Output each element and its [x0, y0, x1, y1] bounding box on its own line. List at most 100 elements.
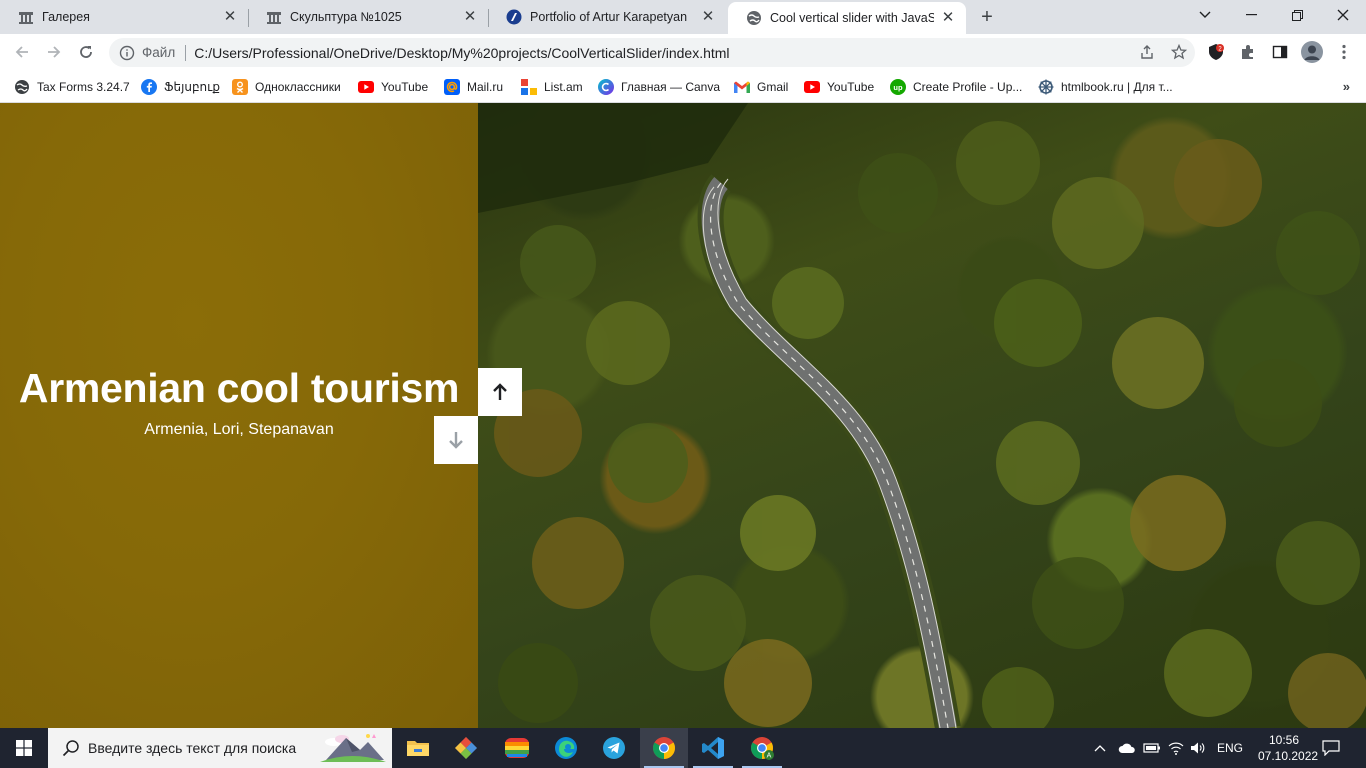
share-icon[interactable] [1139, 44, 1155, 60]
speaker-icon [1191, 742, 1205, 754]
search-highlight-illustration-icon [320, 734, 386, 762]
minimize-icon [1245, 14, 1257, 16]
bookmark-label: Одноклассники [255, 80, 341, 94]
tab-sculpture[interactable]: Скульптура №1025 ✕ [248, 0, 488, 34]
bookmarks-bar: Tax Forms 3.24.7 Ֆեյսբուք Одноклассники … [0, 71, 1366, 103]
close-icon [1337, 9, 1349, 21]
folder-icon [407, 741, 429, 756]
url-text[interactable]: C:/Users/Professional/OneDrive/Desktop/M… [194, 45, 729, 61]
arrow-up-icon [493, 383, 507, 400]
restore-icon [1291, 9, 1303, 21]
language-indicator[interactable]: ENG [1216, 728, 1244, 768]
slide-down-button[interactable] [434, 416, 478, 464]
side-panel-button[interactable] [1270, 42, 1290, 62]
tab-portfolio[interactable]: Portfolio of Artur Karapetyan ✕ [488, 0, 726, 34]
bookmark-label: Главная — Canva [621, 80, 721, 94]
bookmark-label: Tax Forms 3.24.7 [37, 80, 130, 94]
svg-text:up: up [893, 83, 903, 92]
profile-avatar[interactable] [1301, 41, 1323, 63]
telegram-icon [603, 737, 625, 759]
bookmark-youtube[interactable]: YouTube [358, 76, 428, 98]
info-icon[interactable] [119, 45, 135, 61]
tab-cool-vertical-slider[interactable]: Cool vertical slider with JavaScrip ✕ [728, 2, 966, 34]
slide-title: Armenian cool tourism [18, 365, 460, 411]
menu-button[interactable] [1334, 42, 1354, 62]
windows-taskbar: Введите здесь текст для поиска A ENG 10:… [0, 728, 1366, 768]
scheme-label: Файл [142, 45, 176, 60]
bookmark-label: htmlbook.ru | Для т... [1061, 80, 1173, 94]
taskbar-search[interactable]: Введите здесь текст для поиска [48, 728, 392, 768]
bookmark-tax-forms[interactable]: Tax Forms 3.24.7 [14, 76, 130, 98]
omnibox-divider [185, 44, 187, 61]
search-placeholder: Введите здесь текст для поиска [88, 740, 297, 756]
address-bar[interactable]: Файл C:/Users/Professional/OneDrive/Desk… [109, 38, 1195, 67]
onedrive-tray[interactable] [1118, 728, 1136, 768]
close-icon[interactable]: ✕ [222, 9, 238, 25]
extensions-button[interactable] [1238, 42, 1258, 62]
bookmark-label: Gmail [757, 80, 789, 94]
start-button[interactable] [0, 728, 48, 768]
tab-gallery[interactable]: Галерея ✕ [0, 0, 248, 34]
close-window-button[interactable] [1320, 0, 1366, 30]
bookmark-odnoklassniki[interactable]: Одноклассники [232, 76, 341, 98]
close-icon[interactable]: ✕ [462, 9, 478, 25]
bookmark-facebook[interactable]: Ֆեյսբուք [141, 76, 220, 98]
shield-extension-icon: 2 [1209, 44, 1224, 60]
forest-road-photo [478, 103, 1366, 728]
network-tray[interactable] [1168, 728, 1186, 768]
restore-button[interactable] [1274, 0, 1320, 30]
star-icon[interactable] [1171, 44, 1187, 60]
slide-caption: Armenian cool tourism Armenia, Lori, Ste… [0, 363, 478, 439]
canva-icon [598, 79, 614, 95]
extension-button[interactable]: 2 [1206, 42, 1226, 62]
youtube-icon [804, 79, 820, 95]
bookmark-htmlbook[interactable]: htmlbook.ru | Для т... [1038, 76, 1173, 98]
slide-up-button[interactable] [478, 368, 522, 416]
tab-title: Cool vertical slider with JavaScrip [770, 11, 934, 25]
side-panel-icon [1272, 45, 1288, 59]
show-hidden-icons-button[interactable] [1094, 728, 1112, 768]
color-app[interactable] [493, 728, 541, 768]
youtube-icon [358, 79, 374, 95]
tab-search-button[interactable] [1182, 0, 1228, 30]
chevron-up-icon [1094, 745, 1106, 752]
battery-tray[interactable] [1143, 728, 1161, 768]
slide-subtitle: Armenia, Lori, Stepanavan [144, 421, 334, 438]
forward-button[interactable] [40, 38, 68, 66]
bookmark-label: List.am [544, 80, 583, 94]
file-explorer-app[interactable] [394, 728, 442, 768]
globe-favicon [746, 10, 762, 26]
wifi-icon [1168, 742, 1184, 755]
back-button[interactable] [8, 38, 36, 66]
arrow-down-icon [449, 432, 463, 449]
bookmark-gmail[interactable]: Gmail [734, 76, 788, 98]
reload-button[interactable] [72, 38, 100, 66]
close-icon[interactable]: ✕ [940, 10, 956, 26]
tab-title: Portfolio of Artur Karapetyan [530, 10, 688, 24]
chrome-profile-app[interactable]: A [738, 728, 786, 768]
battery-icon [1143, 743, 1160, 753]
svg-text:A: A [767, 753, 772, 760]
bookmark-canva[interactable]: Главная — Canva [598, 76, 720, 98]
clock[interactable]: 10:56 07.10.2022 [1258, 732, 1318, 764]
rainbow-app-icon [505, 738, 529, 758]
vscode-app[interactable] [689, 728, 737, 768]
bookmark-youtube-2[interactable]: YouTube [804, 76, 874, 98]
bookmark-mailru[interactable]: Mail.ru [444, 76, 503, 98]
chevron-down-icon [1199, 11, 1211, 18]
bookmarks-overflow-button[interactable]: » [1343, 79, 1350, 94]
bookmark-listam[interactable]: List.am [521, 76, 583, 98]
git-app[interactable] [442, 728, 490, 768]
edge-app[interactable] [542, 728, 590, 768]
vscode-icon [702, 737, 724, 759]
bookmark-label: Ֆեյսբուք [164, 80, 221, 94]
notification-icon [1322, 740, 1340, 756]
volume-tray[interactable] [1190, 728, 1208, 768]
bookmark-upwork[interactable]: up Create Profile - Up... [890, 76, 1022, 98]
telegram-app[interactable] [590, 728, 638, 768]
close-icon[interactable]: ✕ [700, 9, 716, 25]
notifications-button[interactable] [1322, 728, 1346, 768]
new-tab-button[interactable]: + [976, 6, 998, 28]
chrome-app[interactable] [640, 728, 688, 768]
minimize-button[interactable] [1228, 0, 1274, 30]
